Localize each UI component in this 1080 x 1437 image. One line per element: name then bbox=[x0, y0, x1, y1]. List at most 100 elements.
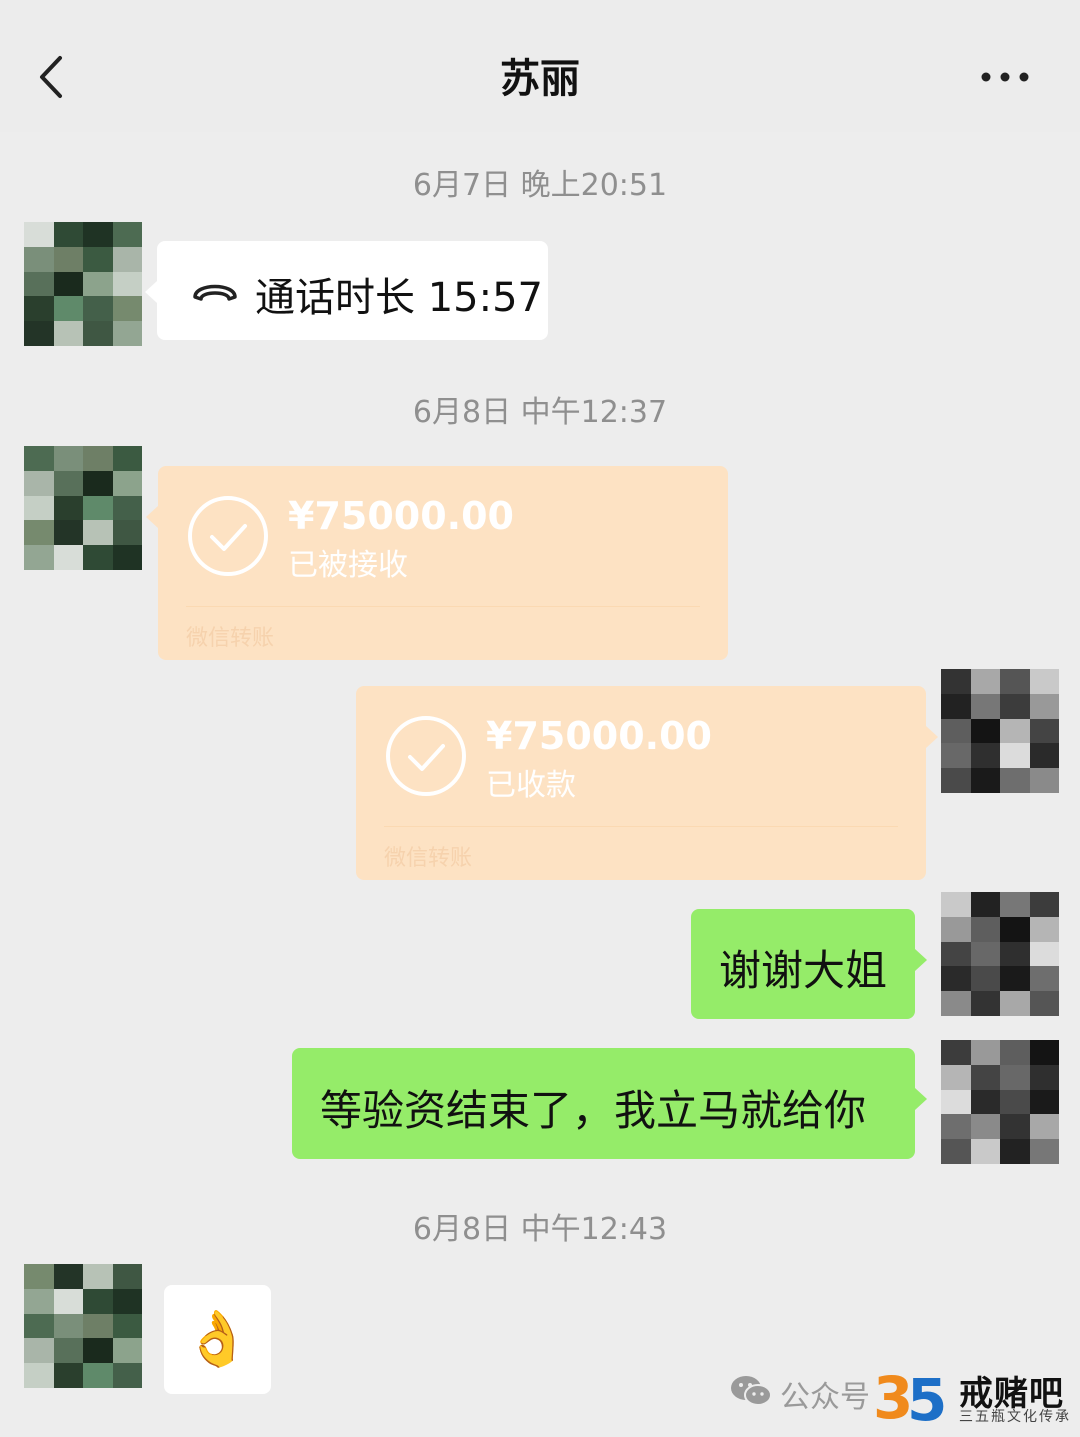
transfer-footer: 微信转账 bbox=[186, 626, 275, 651]
avatar-pixel bbox=[1000, 916, 1030, 942]
avatar-pixel bbox=[83, 545, 113, 570]
avatar-pixel bbox=[1000, 743, 1030, 769]
message-text: 等验资结束了，我立马就给你 bbox=[320, 1086, 867, 1135]
avatar-pixel bbox=[1000, 1139, 1030, 1164]
avatar-pixel bbox=[1000, 941, 1030, 967]
avatar-pixel bbox=[83, 446, 113, 471]
avatar-pixel bbox=[53, 296, 83, 322]
avatar-pixel bbox=[24, 321, 54, 346]
avatar-pixel bbox=[24, 1313, 54, 1339]
avatar-pixel bbox=[53, 1338, 83, 1364]
avatar-pixel bbox=[941, 1064, 971, 1090]
brand-logo-icon: 3 5 bbox=[873, 1364, 947, 1428]
emoji-bubble[interactable]: 👌 bbox=[164, 1285, 271, 1394]
avatar-pixel bbox=[970, 693, 1000, 719]
avatar-pixel bbox=[112, 296, 142, 322]
avatar-pixel bbox=[53, 271, 83, 297]
avatar-pixel bbox=[1029, 693, 1059, 719]
avatar-pixel bbox=[83, 470, 113, 496]
avatar-pixel bbox=[970, 1114, 1000, 1140]
message-text: 谢谢大姐 bbox=[719, 946, 888, 995]
avatar-pixel bbox=[941, 1114, 971, 1140]
transfer-card-received[interactable]: ¥75000.00 已被接收 微信转账 bbox=[146, 466, 728, 660]
contact-name: 苏丽 bbox=[500, 56, 580, 102]
avatar-pixel bbox=[24, 495, 54, 521]
avatar-pixel bbox=[970, 892, 1000, 917]
avatar-pixel bbox=[83, 271, 113, 297]
avatar-pixel bbox=[53, 246, 83, 272]
avatar[interactable] bbox=[24, 446, 142, 570]
check-circle-icon bbox=[188, 496, 268, 576]
avatar-pixel bbox=[53, 470, 83, 496]
avatar-pixel bbox=[970, 743, 1000, 769]
avatar-pixel bbox=[970, 991, 1000, 1016]
avatar-pixel bbox=[1029, 718, 1059, 744]
avatar[interactable] bbox=[24, 222, 142, 346]
avatar-pixel bbox=[941, 743, 971, 769]
avatar-pixel bbox=[83, 1264, 113, 1289]
avatar-pixel bbox=[1000, 966, 1030, 992]
call-record-bubble[interactable]: 通话时长 15:57 bbox=[145, 241, 548, 340]
watermark-label: 公众号 bbox=[780, 1380, 870, 1415]
avatar-pixel bbox=[970, 1040, 1000, 1065]
avatar-pixel bbox=[24, 446, 54, 471]
avatar-pixel bbox=[112, 246, 142, 272]
avatar-pixel bbox=[970, 966, 1000, 992]
avatar-pixel bbox=[24, 520, 54, 546]
avatar-pixel bbox=[1029, 1139, 1059, 1164]
avatar-pixel bbox=[1029, 966, 1059, 992]
chat-header: 苏丽 bbox=[0, 0, 1080, 132]
transfer-amount: ¥75000.00 bbox=[288, 494, 514, 538]
avatar-pixel bbox=[53, 446, 83, 471]
avatar[interactable] bbox=[24, 1264, 142, 1388]
avatar-pixel bbox=[1000, 1040, 1030, 1065]
avatar-pixel bbox=[83, 246, 113, 272]
avatar[interactable] bbox=[941, 669, 1059, 793]
avatar-pixel bbox=[53, 1264, 83, 1289]
avatar[interactable] bbox=[941, 1040, 1059, 1164]
timestamp: 6月8日 中午12:37 bbox=[412, 395, 668, 430]
avatar-pixel bbox=[112, 470, 142, 496]
avatar-pixel bbox=[941, 718, 971, 744]
avatar-pixel bbox=[112, 545, 142, 570]
avatar-pixel bbox=[1000, 693, 1030, 719]
message-bubble[interactable]: 谢谢大姐 bbox=[691, 909, 927, 1019]
avatar-pixel bbox=[83, 222, 113, 247]
avatar-pixel bbox=[941, 693, 971, 719]
avatar-pixel bbox=[112, 520, 142, 546]
message-bubble[interactable]: 等验资结束了，我立马就给你 bbox=[292, 1048, 927, 1159]
avatar[interactable] bbox=[941, 892, 1059, 1016]
avatar-pixel bbox=[1000, 1089, 1030, 1115]
phone-hangup-icon bbox=[193, 284, 237, 301]
avatar-pixel bbox=[970, 1064, 1000, 1090]
avatar-pixel bbox=[941, 941, 971, 967]
avatar-pixel bbox=[1029, 991, 1059, 1016]
avatar-pixel bbox=[1000, 892, 1030, 917]
divider bbox=[384, 826, 898, 827]
avatar-pixel bbox=[1029, 669, 1059, 694]
avatar-pixel bbox=[24, 1288, 54, 1314]
avatar-pixel bbox=[970, 916, 1000, 942]
avatar-pixel bbox=[1029, 892, 1059, 917]
avatar-pixel bbox=[1029, 916, 1059, 942]
avatar-pixel bbox=[1000, 1114, 1030, 1140]
avatar-pixel bbox=[83, 1288, 113, 1314]
transfer-card-collected[interactable]: ¥75000.00 已收款 微信转账 bbox=[356, 686, 938, 880]
avatar-pixel bbox=[112, 271, 142, 297]
avatar-pixel bbox=[112, 1313, 142, 1339]
avatar-pixel bbox=[941, 892, 971, 917]
avatar-pixel bbox=[941, 1089, 971, 1115]
avatar-pixel bbox=[1000, 768, 1030, 793]
avatar-pixel bbox=[970, 1089, 1000, 1115]
avatar-pixel bbox=[941, 916, 971, 942]
avatar-pixel bbox=[970, 1139, 1000, 1164]
more-button[interactable] bbox=[975, 60, 1035, 94]
avatar-pixel bbox=[83, 1363, 113, 1388]
avatar-pixel bbox=[83, 296, 113, 322]
avatar-pixel bbox=[1029, 1114, 1059, 1140]
avatar-pixel bbox=[941, 669, 971, 694]
check-circle-icon bbox=[386, 716, 466, 796]
avatar-pixel bbox=[53, 520, 83, 546]
avatar-pixel bbox=[83, 1313, 113, 1339]
avatar-pixel bbox=[970, 941, 1000, 967]
